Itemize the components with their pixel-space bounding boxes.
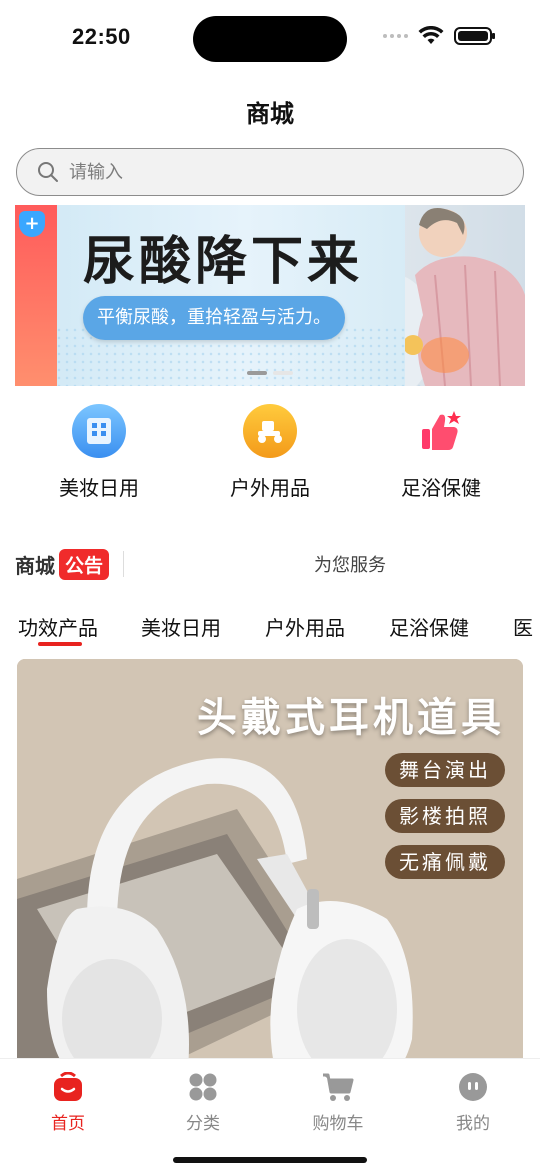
tabbar-item-profile[interactable]: 我的 <box>423 1071 523 1134</box>
search-icon <box>38 162 58 182</box>
pager-dot <box>247 371 267 375</box>
page-title: 商城 <box>246 100 294 128</box>
banner-headline: 尿酸降下来 <box>83 232 364 292</box>
shield-icon: + <box>19 211 45 237</box>
tabbar-item-cart[interactable]: 购物车 <box>288 1071 388 1134</box>
category-item-outdoor[interactable]: 户外用品 <box>210 400 330 501</box>
wifi-icon <box>418 26 444 44</box>
tab-foot-care[interactable]: 足浴保健 <box>389 612 469 641</box>
battery-icon <box>454 27 495 45</box>
search-bar[interactable] <box>16 148 524 196</box>
grid-icon <box>187 1071 219 1103</box>
status-icons <box>383 26 495 46</box>
tab-efficacy-products[interactable]: 功效产品 <box>18 612 98 641</box>
product-card[interactable]: 头戴式耳机道具 舞台演出 影楼拍照 无痛佩戴 <box>17 659 523 1079</box>
product-feature-chip: 舞台演出 <box>385 753 505 787</box>
tabbar-label: 我的 <box>456 1114 490 1134</box>
building-icon <box>72 404 126 458</box>
notice-divider <box>123 551 125 577</box>
notice-tag: 公告 <box>59 548 110 580</box>
category-grid: 美妆日用 户外用品 足浴保健 <box>0 400 540 510</box>
banner-person-image <box>405 205 525 386</box>
tab-active-indicator <box>38 642 82 646</box>
tabbar-label: 首页 <box>51 1114 85 1134</box>
thumbs-up-icon <box>414 404 468 458</box>
notice-brand: 商城 <box>15 553 55 578</box>
signal-icon <box>383 34 408 38</box>
tab-outdoor[interactable]: 户外用品 <box>265 612 345 641</box>
banner-pager <box>247 371 293 375</box>
product-feature-chip: 无痛佩戴 <box>385 845 505 879</box>
promo-banner[interactable]: + 尿酸降下来 平衡尿酸，重拾轻盈与活力。 <box>15 205 525 386</box>
category-tabs: 功效产品 美妆日用 户外用品 足浴保健 医 <box>0 612 540 652</box>
product-feature-chip: 影楼拍照 <box>385 799 505 833</box>
category-label: 美妆日用 <box>59 476 139 500</box>
cart-icon <box>322 1071 354 1103</box>
category-label: 足浴保健 <box>401 476 481 500</box>
tabbar-label: 分类 <box>186 1114 220 1134</box>
search-input[interactable] <box>69 161 469 183</box>
notice-bar[interactable]: 商城 公告 为您服务 <box>15 544 525 584</box>
status-time: 22:50 <box>72 24 131 49</box>
product-title: 头戴式耳机道具 <box>197 695 505 741</box>
profile-icon <box>457 1071 489 1103</box>
tabbar-item-home[interactable]: 首页 <box>18 1071 118 1134</box>
notice-text: 为您服务 <box>314 555 387 576</box>
scooter-icon <box>243 404 297 458</box>
tab-beauty[interactable]: 美妆日用 <box>141 612 221 641</box>
home-indicator <box>173 1157 367 1163</box>
home-icon <box>52 1071 84 1103</box>
tabbar-item-category[interactable]: 分类 <box>153 1071 253 1134</box>
category-label: 户外用品 <box>230 476 310 500</box>
dynamic-island <box>193 16 347 62</box>
category-item-beauty[interactable]: 美妆日用 <box>39 400 159 501</box>
tabbar-label: 购物车 <box>312 1114 364 1134</box>
pager-dot <box>273 371 293 375</box>
tab-medical[interactable]: 医 <box>513 612 533 641</box>
banner-subtitle: 平衡尿酸，重拾轻盈与活力。 <box>83 296 345 340</box>
status-bar: 22:50 <box>0 0 540 80</box>
category-item-foot-care[interactable]: 足浴保健 <box>381 400 501 501</box>
